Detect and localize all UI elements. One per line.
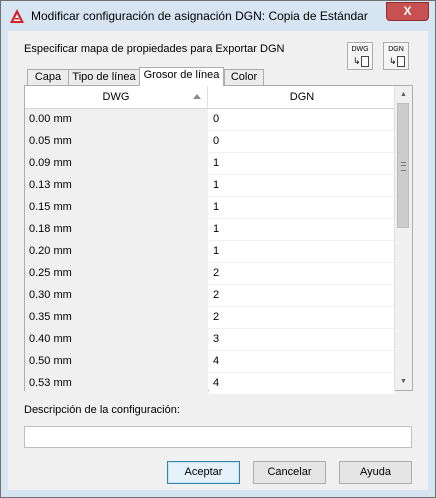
vertical-scrollbar[interactable]: ▲ ▼ <box>394 86 412 390</box>
grid-header: DWG DGN <box>25 86 395 109</box>
dgn-cell[interactable]: 1 <box>209 175 395 196</box>
dwg-cell: 0.20 mm <box>25 241 208 262</box>
document-icon <box>397 56 405 67</box>
table-row[interactable]: 0.18 mm 1 <box>25 219 395 241</box>
table-row[interactable]: 0.25 mm 2 <box>25 263 395 285</box>
document-icon <box>361 56 369 67</box>
dwg-export-button[interactable]: DWG ↳ <box>347 42 373 70</box>
dgn-cell[interactable]: 0 <box>209 109 395 130</box>
scrollbar-thumb[interactable] <box>397 103 409 228</box>
table-row[interactable]: 0.53 mm 4 <box>25 373 395 395</box>
arrow-icon: ↳ <box>389 56 397 66</box>
cancel-button[interactable]: Cancelar <box>253 461 326 484</box>
dgn-cell[interactable]: 0 <box>209 131 395 152</box>
description-input[interactable] <box>24 426 412 448</box>
dwg-cell: 0.18 mm <box>25 219 208 240</box>
close-icon: X <box>403 4 412 18</box>
section-label: Especificar mapa de propiedades para Exp… <box>24 43 285 55</box>
dwg-cell: 0.35 mm <box>25 307 208 328</box>
tab-color[interactable]: Color <box>224 69 264 85</box>
grid-rows: 0.00 mm 0 0.05 mm 0 0.09 mm 1 0.13 mm 1 0.15… <box>25 109 395 395</box>
dwg-cell: 0.05 mm <box>25 131 208 152</box>
dgn-cell[interactable]: 3 <box>209 329 395 350</box>
table-row[interactable]: 0.30 mm 2 <box>25 285 395 307</box>
column-header-dwg-label: DWG <box>102 91 130 103</box>
dgn-export-button[interactable]: DGN ↳ <box>383 42 409 70</box>
dialog-client: Especificar mapa de propiedades para Exp… <box>8 31 428 490</box>
dwg-cell: 0.15 mm <box>25 197 208 218</box>
sort-ascending-icon <box>193 94 201 99</box>
lineweight-grid-panel: DWG DGN 0.00 mm 0 0.05 mm 0 0.09 mm 1 0.13 … <box>24 85 413 395</box>
scroll-down-icon[interactable]: ▼ <box>395 373 412 390</box>
grip-icon <box>401 162 406 171</box>
dwg-cell: 0.30 mm <box>25 285 208 306</box>
dgn-cell[interactable]: 4 <box>209 373 395 394</box>
table-row[interactable]: 0.20 mm 1 <box>25 241 395 263</box>
dgn-cell[interactable]: 2 <box>209 263 395 284</box>
help-button[interactable]: Ayuda <box>339 461 412 484</box>
column-header-dwg[interactable]: DWG <box>25 86 208 108</box>
title-bar[interactable]: Modificar configuración de asignación DG… <box>1 1 435 31</box>
dgn-cell[interactable]: 1 <box>209 197 395 218</box>
dgn-button-label: DGN <box>388 46 404 53</box>
tab-capa[interactable]: Capa <box>27 69 69 85</box>
table-row[interactable]: 0.00 mm 0 <box>25 109 395 131</box>
table-row[interactable]: 0.15 mm 1 <box>25 197 395 219</box>
table-row[interactable]: 0.40 mm 3 <box>25 329 395 351</box>
scroll-up-icon[interactable]: ▲ <box>395 86 412 103</box>
arrow-icon: ↳ <box>353 56 361 66</box>
dialog-window: Modificar configuración de asignación DG… <box>0 0 436 498</box>
dwg-cell: 0.40 mm <box>25 329 208 350</box>
dwg-button-label: DWG <box>351 46 369 53</box>
column-header-dgn[interactable]: DGN <box>209 86 395 108</box>
accept-button[interactable]: Aceptar <box>167 461 240 484</box>
dwg-cell: 0.13 mm <box>25 175 208 196</box>
dgn-cell[interactable]: 2 <box>209 285 395 306</box>
table-row[interactable]: 0.50 mm 4 <box>25 351 395 373</box>
autocad-app-icon <box>10 9 24 23</box>
table-row[interactable]: 0.13 mm 1 <box>25 175 395 197</box>
dgn-cell[interactable]: 1 <box>209 153 395 174</box>
dgn-cell[interactable]: 2 <box>209 307 395 328</box>
dwg-cell: 0.50 mm <box>25 351 208 372</box>
dialog-title: Modificar configuración de asignación DG… <box>31 9 368 23</box>
dgn-cell[interactable]: 4 <box>209 351 395 372</box>
table-row[interactable]: 0.05 mm 0 <box>25 131 395 153</box>
dwg-cell: 0.00 mm <box>25 109 208 130</box>
description-label: Descripción de la configuración: <box>24 404 180 416</box>
table-row[interactable]: 0.35 mm 2 <box>25 307 395 329</box>
dwg-cell: 0.25 mm <box>25 263 208 284</box>
dgn-cell[interactable]: 1 <box>209 219 395 240</box>
tab-grosor-de-linea[interactable]: Grosor de línea <box>139 67 224 86</box>
close-button[interactable]: X <box>386 2 429 21</box>
tab-tipo-de-linea[interactable]: Tipo de línea <box>68 69 140 85</box>
dwg-cell: 0.53 mm <box>25 373 208 394</box>
dgn-cell[interactable]: 1 <box>209 241 395 262</box>
table-row[interactable]: 0.09 mm 1 <box>25 153 395 175</box>
dwg-cell: 0.09 mm <box>25 153 208 174</box>
